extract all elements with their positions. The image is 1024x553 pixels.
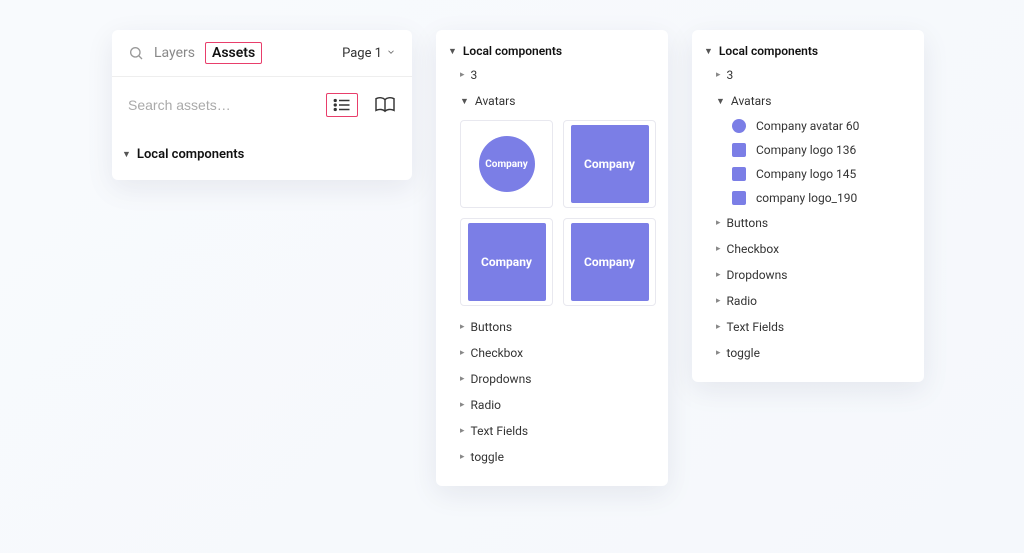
caret-right-icon: ▸ <box>460 348 465 358</box>
folder-row[interactable]: ▸ toggle <box>702 340 914 366</box>
caret-right-icon: ▸ <box>716 218 721 228</box>
avatar-thumbnail[interactable]: Company <box>460 218 553 306</box>
search-row <box>112 77 412 133</box>
folder-row[interactable]: ▸ Text Fields <box>446 418 658 444</box>
assets-panel-search: Layers Assets Page 1 <box>112 30 412 180</box>
caret-right-icon: ▸ <box>460 322 465 332</box>
component-list-item[interactable]: company logo_190 <box>702 186 914 210</box>
folder-row[interactable]: ▸ Buttons <box>446 314 658 340</box>
caret-right-icon: ▸ <box>716 322 721 332</box>
caret-down-icon: ▼ <box>716 96 725 107</box>
folder-label: Checkbox <box>727 242 780 256</box>
folder-label: Text Fields <box>727 320 785 334</box>
avatar-thumbnails: Company Company Company Company <box>446 114 658 314</box>
local-components-label: Local components <box>719 44 818 58</box>
caret-right-icon: ▸ <box>460 452 465 462</box>
assets-panel-grid: ▼ Local components ▸ 3 ▼ Avatars Company… <box>436 30 668 486</box>
page-selector-label: Page 1 <box>342 46 382 61</box>
tab-assets[interactable]: Assets <box>205 42 262 64</box>
folder-row[interactable]: ▸ Dropdowns <box>446 366 658 392</box>
caret-down-icon: ▼ <box>448 46 457 57</box>
local-components-label: Local components <box>463 44 562 58</box>
folder-row[interactable]: ▸ toggle <box>446 444 658 470</box>
caret-right-icon: ▸ <box>460 374 465 384</box>
panel-tabs-row: Layers Assets Page 1 <box>112 30 412 77</box>
caret-down-icon: ▼ <box>122 149 131 160</box>
avatar-thumbnail[interactable]: Company <box>563 218 656 306</box>
folder-row[interactable]: ▸ Radio <box>702 288 914 314</box>
company-avatar-square: Company <box>571 125 649 203</box>
folder-label: Dropdowns <box>727 268 788 282</box>
folder-3[interactable]: ▸ 3 <box>702 62 914 88</box>
component-label: company logo_190 <box>756 191 857 205</box>
folder-label: Dropdowns <box>471 372 532 386</box>
chevron-down-icon <box>386 46 396 61</box>
folder-label: Radio <box>727 294 757 308</box>
company-avatar-circle: Company <box>479 136 535 192</box>
caret-right-icon: ▸ <box>716 348 721 358</box>
component-list-item[interactable]: Company logo 145 <box>702 162 914 186</box>
folder-label: toggle <box>471 450 504 464</box>
caret-down-icon: ▼ <box>460 96 469 107</box>
caret-right-icon: ▸ <box>460 426 465 436</box>
local-components-label: Local components <box>137 147 244 162</box>
local-components-header[interactable]: ▼ Local components <box>446 40 658 62</box>
component-label: Company logo 145 <box>756 167 856 181</box>
folder-label: toggle <box>727 346 760 360</box>
folder-label: Avatars <box>475 94 516 108</box>
caret-right-icon: ▸ <box>716 244 721 254</box>
folder-label: 3 <box>471 68 478 82</box>
folder-row[interactable]: ▸ Dropdowns <box>702 262 914 288</box>
folder-label: 3 <box>727 68 734 82</box>
folder-row[interactable]: ▸ Checkbox <box>446 340 658 366</box>
avatar-thumbnail[interactable]: Company <box>563 120 656 208</box>
avatar-circle-icon <box>732 119 746 133</box>
caret-right-icon: ▸ <box>460 400 465 410</box>
search-input[interactable] <box>128 97 316 113</box>
company-avatar-square: Company <box>571 223 649 301</box>
component-list-item[interactable]: Company logo 136 <box>702 138 914 162</box>
component-label: Company logo 136 <box>756 143 856 157</box>
avatar-thumbnail[interactable]: Company <box>460 120 553 208</box>
folder-label: Avatars <box>731 94 772 108</box>
book-icon[interactable] <box>374 96 396 114</box>
folder-avatars[interactable]: ▼ Avatars <box>702 88 914 114</box>
folder-label: Buttons <box>727 216 769 230</box>
caret-right-icon: ▸ <box>716 70 721 80</box>
component-label: Company avatar 60 <box>756 119 859 133</box>
local-components-header[interactable]: ▼ Local components <box>112 133 412 180</box>
folder-row[interactable]: ▸ Text Fields <box>702 314 914 340</box>
search-icon[interactable] <box>128 45 144 61</box>
caret-right-icon: ▸ <box>716 296 721 306</box>
avatar-square-icon <box>732 191 746 205</box>
folder-label: Radio <box>471 398 501 412</box>
caret-right-icon: ▸ <box>716 270 721 280</box>
caret-down-icon: ▼ <box>704 46 713 57</box>
tab-layers[interactable]: Layers <box>154 45 195 61</box>
folder-label: Checkbox <box>471 346 524 360</box>
component-list-item[interactable]: Company avatar 60 <box>702 114 914 138</box>
page-selector[interactable]: Page 1 <box>342 46 396 61</box>
local-components-header[interactable]: ▼ Local components <box>702 40 914 62</box>
assets-panel-list: ▼ Local components ▸ 3 ▼ Avatars Company… <box>692 30 924 382</box>
folder-label: Text Fields <box>471 424 529 438</box>
company-avatar-square: Company <box>468 223 546 301</box>
folder-row[interactable]: ▸ Radio <box>446 392 658 418</box>
caret-right-icon: ▸ <box>460 70 465 80</box>
folder-row[interactable]: ▸ Buttons <box>702 210 914 236</box>
folder-3[interactable]: ▸ 3 <box>446 62 658 88</box>
folder-label: Buttons <box>471 320 513 334</box>
avatar-square-icon <box>732 143 746 157</box>
avatar-square-icon <box>732 167 746 181</box>
folder-row[interactable]: ▸ Checkbox <box>702 236 914 262</box>
list-view-toggle[interactable] <box>326 93 358 117</box>
folder-avatars[interactable]: ▼ Avatars <box>446 88 658 114</box>
